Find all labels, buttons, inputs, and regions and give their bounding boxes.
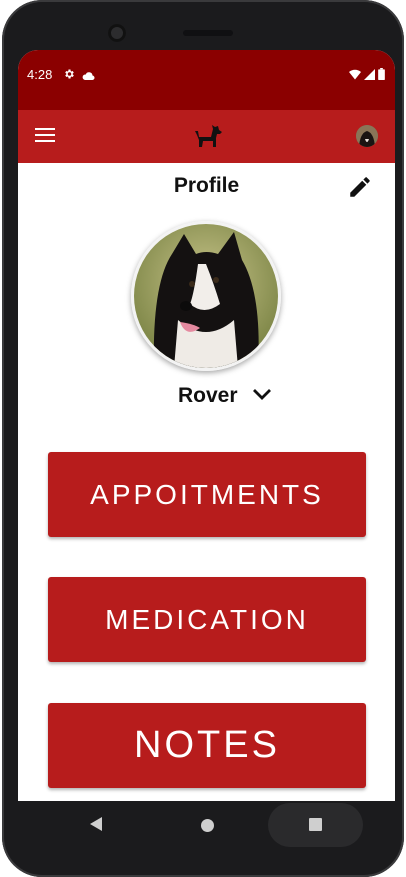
front-camera [108, 24, 126, 42]
app-bar [18, 110, 395, 163]
status-bar: 4:28 [18, 50, 395, 110]
pet-name: Rover [178, 384, 238, 407]
signal-icon [364, 67, 375, 85]
medication-button[interactable]: MEDICATION [48, 577, 366, 662]
earpiece-speaker [183, 30, 233, 36]
notes-button[interactable]: NOTES [48, 703, 366, 788]
chevron-down-icon[interactable] [252, 387, 272, 406]
appointments-button[interactable]: APPOITMENTS [48, 452, 366, 537]
app-screen: 4:28 Profile Rover APPOITMENTS MEDICATIO… [18, 50, 395, 847]
recents-icon[interactable] [309, 818, 322, 831]
wifi-icon [349, 67, 361, 85]
cloud-icon [82, 68, 95, 86]
pet-selector[interactable]: Rover [178, 384, 272, 408]
user-avatar[interactable] [356, 125, 378, 147]
pet-photo [131, 221, 281, 371]
status-time: 4:28 [27, 67, 53, 82]
gear-icon [63, 67, 75, 85]
home-icon[interactable] [201, 819, 214, 832]
dog-logo-icon [193, 123, 223, 154]
menu-icon[interactable] [35, 128, 55, 144]
pencil-icon[interactable] [347, 174, 373, 200]
page-title: Profile [173, 174, 240, 197]
battery-icon [378, 67, 385, 85]
system-navigation-bar [18, 801, 395, 847]
back-icon[interactable] [90, 817, 104, 836]
